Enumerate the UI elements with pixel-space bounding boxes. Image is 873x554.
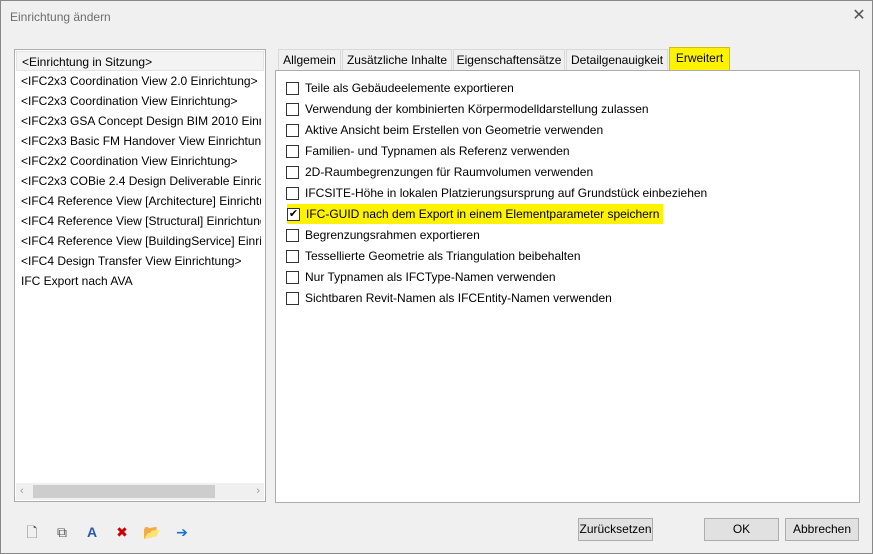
- option-label: IFCSITE-Höhe in lokalen Platzierungsursp…: [305, 186, 708, 200]
- horizontal-scrollbar[interactable]: ‹ ›: [16, 483, 264, 500]
- tab-erweitert[interactable]: Erweitert: [669, 47, 730, 71]
- checkbox[interactable]: [286, 291, 299, 305]
- duplicate-setup-icon[interactable]: ⧉: [53, 523, 71, 541]
- option-label: Verwendung der kombinierten Körpermodell…: [305, 102, 649, 116]
- option-label: Nur Typnamen als IFCType-Namen verwenden: [305, 270, 556, 284]
- option-row[interactable]: Tessellierte Geometrie als Triangulation…: [286, 246, 581, 266]
- option-label: Begrenzungsrahmen exportieren: [305, 228, 480, 242]
- option-row[interactable]: Begrenzungsrahmen exportieren: [286, 225, 480, 245]
- checkbox[interactable]: ✔: [287, 207, 300, 221]
- ok-button[interactable]: OK: [704, 518, 779, 541]
- option-label: IFC-GUID nach dem Export in einem Elemen…: [306, 207, 660, 221]
- setup-list-item[interactable]: <IFC2x3 Coordination View Einrichtung>: [21, 91, 261, 111]
- setup-list[interactable]: <Einrichtung in Sitzung> <IFC2x3 Coordina…: [14, 49, 266, 502]
- option-row[interactable]: Teile als Gebäudeelemente exportieren: [286, 78, 514, 98]
- setup-list-item[interactable]: <IFC2x3 GSA Concept Design BIM 2010 Einr…: [21, 111, 261, 131]
- new-setup-icon[interactable]: 🗋: [23, 523, 41, 541]
- option-label: Aktive Ansicht beim Erstellen von Geomet…: [305, 123, 604, 137]
- setup-list-item[interactable]: <IFC4 Design Transfer View Einrichtung>: [21, 251, 261, 271]
- option-label: Tessellierte Geometrie als Triangulation…: [305, 249, 581, 263]
- option-row[interactable]: Nur Typnamen als IFCType-Namen verwenden: [286, 267, 556, 287]
- checkbox[interactable]: [286, 81, 299, 95]
- checkbox[interactable]: [286, 228, 299, 242]
- option-label: Sichtbaren Revit-Namen als IFCEntity-Nam…: [305, 291, 612, 305]
- setup-list-item[interactable]: <IFC2x2 Coordination View Einrichtung>: [21, 151, 261, 171]
- delete-setup-icon[interactable]: ✖: [113, 523, 131, 541]
- option-row[interactable]: ✔ IFC-GUID nach dem Export in einem Eleme…: [287, 204, 664, 224]
- option-row[interactable]: Sichtbaren Revit-Namen als IFCEntity-Nam…: [286, 288, 612, 308]
- cancel-button[interactable]: Abbrechen: [785, 518, 859, 541]
- setup-list-item[interactable]: <IFC4 Reference View [Structural] Einric…: [21, 211, 261, 231]
- setup-list-item[interactable]: <IFC2x3 Coordination View 2.0 Einrichtun…: [21, 71, 261, 91]
- setup-list-item[interactable]: IFC Export nach AVA: [21, 271, 261, 291]
- rename-setup-icon[interactable]: A: [83, 523, 101, 541]
- option-label: Familien- und Typnamen als Referenz verw…: [305, 144, 570, 158]
- close-icon[interactable]: ✕: [850, 7, 868, 25]
- option-label: 2D-Raumbegrenzungen für Raumvolumen verw…: [305, 165, 594, 179]
- tab-eigenschaftensätze[interactable]: Eigenschaftensätze: [453, 49, 565, 71]
- checkbox[interactable]: [286, 165, 299, 179]
- tab-detailgenauigkeit[interactable]: Detailgenauigkeit: [566, 49, 668, 71]
- import-setup-icon[interactable]: 📂: [143, 523, 161, 541]
- option-row[interactable]: Verwendung der kombinierten Körpermodell…: [286, 99, 649, 119]
- scroll-right-icon[interactable]: ›: [256, 483, 260, 500]
- checkbox[interactable]: [286, 102, 299, 116]
- setup-list-item[interactable]: <IFC4 Reference View [BuildingService] E…: [21, 231, 261, 251]
- reset-button[interactable]: Zurücksetzen: [578, 518, 653, 541]
- option-row[interactable]: IFCSITE-Höhe in lokalen Platzierungsursp…: [286, 183, 707, 203]
- setup-list-item[interactable]: <IFC2x3 COBie 2.4 Design Deliverable Ein…: [21, 171, 261, 191]
- setup-list-item[interactable]: <IFC4 Reference View [Architecture] Einr…: [21, 191, 261, 211]
- checkbox[interactable]: [286, 123, 299, 137]
- tab-panel-erweitert: Teile als Gebäudeelemente exportieren Ver…: [275, 70, 860, 503]
- setup-list-item[interactable]: <IFC2x3 Basic FM Handover View Einrichtu…: [21, 131, 261, 151]
- scrollbar-thumb[interactable]: [33, 485, 215, 498]
- option-label: Teile als Gebäudeelemente exportieren: [305, 81, 514, 95]
- option-row[interactable]: Familien- und Typnamen als Referenz verw…: [286, 141, 570, 161]
- checkbox[interactable]: [286, 144, 299, 158]
- checkbox[interactable]: [286, 270, 299, 284]
- dialog-title: Einrichtung ändern: [10, 10, 111, 24]
- checkbox[interactable]: [286, 186, 299, 200]
- scroll-left-icon[interactable]: ‹: [20, 483, 24, 500]
- tab-zusätzliche-inhalte[interactable]: Zusätzliche Inhalte: [342, 49, 452, 71]
- checkbox[interactable]: [286, 249, 299, 263]
- export-setup-icon[interactable]: ➔: [173, 523, 191, 541]
- option-row[interactable]: Aktive Ansicht beim Erstellen von Geomet…: [286, 120, 603, 140]
- option-row[interactable]: 2D-Raumbegrenzungen für Raumvolumen verw…: [286, 162, 593, 182]
- setup-list-item[interactable]: <Einrichtung in Sitzung>: [16, 51, 264, 71]
- tab-allgemein[interactable]: Allgemein: [278, 49, 341, 71]
